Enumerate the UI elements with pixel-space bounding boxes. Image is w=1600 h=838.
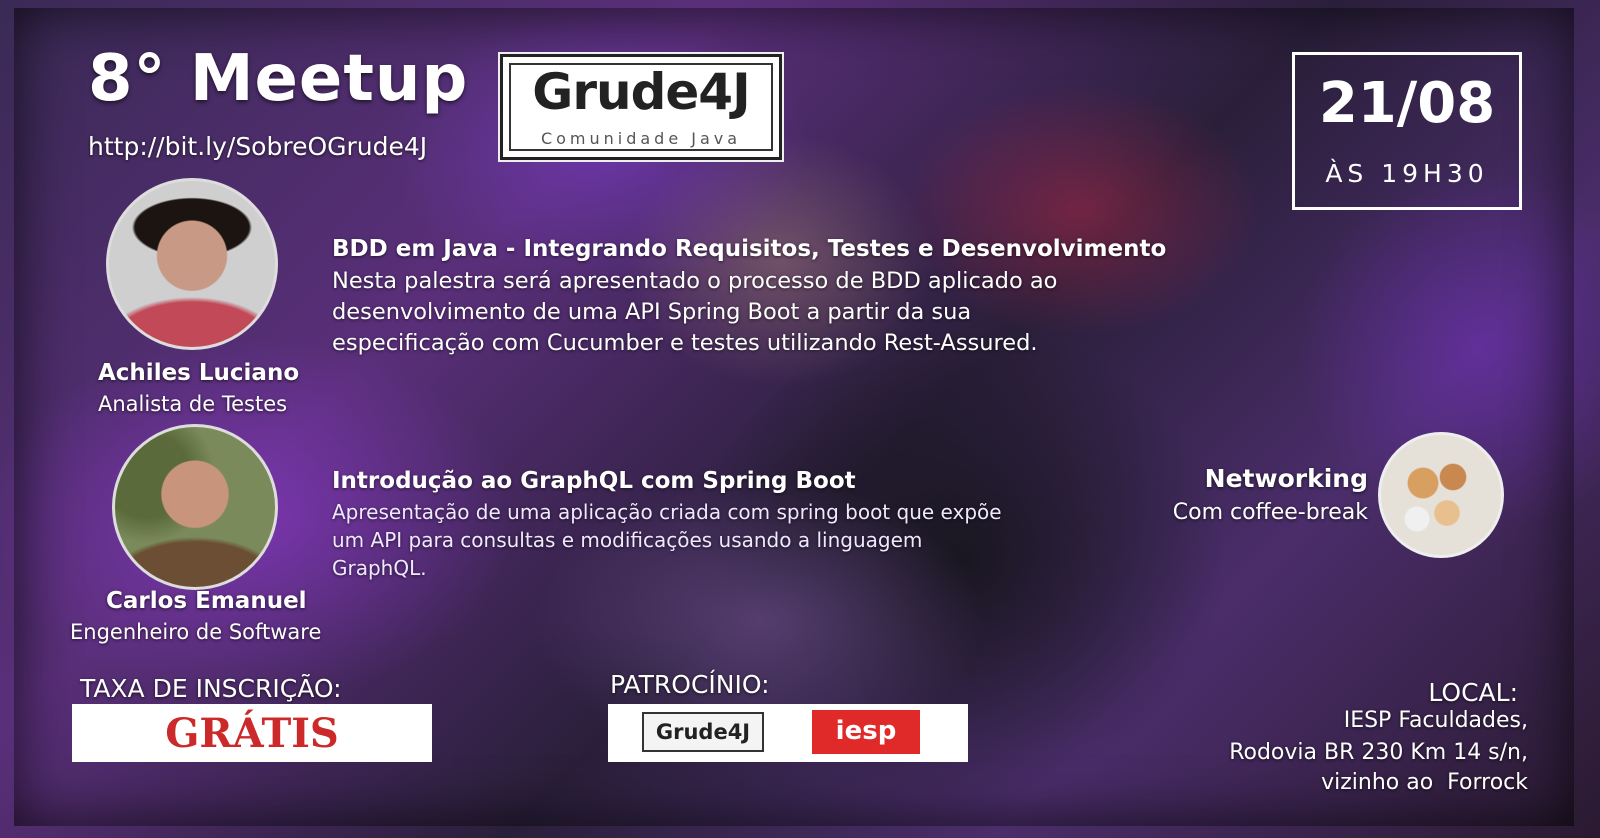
talk-title: Introdução ao GraphQL com Spring Boot — [332, 468, 856, 494]
talk-description-line: Nesta palestra será apresentado o proces… — [332, 268, 1058, 294]
event-link[interactable]: http://bit.ly/SobreOGrude4J — [88, 132, 427, 161]
speaker-name: Achiles Luciano — [98, 360, 300, 386]
talk-description-line: Apresentação de uma aplicação criada com… — [332, 500, 1002, 524]
speaker-avatar-achiles — [106, 178, 278, 350]
talk-description: Nesta palestra será apresentado o proces… — [332, 266, 1152, 359]
talk-description-line: um API para consultas e modificações usa… — [332, 528, 923, 552]
networking-title: Networking — [1204, 464, 1368, 493]
talk-description-line: especificação com Cucumber e testes util… — [332, 330, 1038, 356]
speaker-role: Analista de Testes — [98, 392, 288, 416]
networking-subtitle: Com coffee-break — [1172, 500, 1368, 525]
talk-description-line: GraphQL. — [332, 556, 427, 580]
location-label: LOCAL: — [1428, 678, 1518, 707]
fee-value: GRÁTIS — [165, 710, 339, 757]
date-box: 21/08 ÀS 19H30 — [1292, 52, 1522, 210]
sponsor-logo-text: iesp — [835, 716, 897, 746]
sponsor-logo-iesp: iesp — [812, 710, 920, 754]
talk-description: Apresentação de uma aplicação criada com… — [332, 498, 1112, 582]
location-line: IESP Faculdades, — [1343, 708, 1528, 733]
event-date: 21/08 — [1318, 71, 1496, 136]
grude4j-logo: Grude4J Comunidade Java — [498, 52, 784, 162]
fee-label: TAXA DE INSCRIÇÃO: — [80, 674, 342, 703]
sponsor-logos: Grude4J iesp — [608, 704, 968, 762]
speaker-avatar-carlos — [112, 424, 278, 590]
talk-title: BDD em Java - Integrando Requisitos, Tes… — [332, 236, 1167, 262]
sponsor-logo-grude4j: Grude4J — [642, 712, 764, 752]
event-title: 8° Meetup — [88, 42, 469, 116]
logo-name: Grude4J — [532, 63, 750, 121]
logo-subtitle: Comunidade Java — [540, 129, 742, 148]
event-time: ÀS 19H30 — [1325, 159, 1489, 188]
sponsor-label: PATROCÍNIO: — [610, 670, 770, 699]
location-line: vizinho ao Forrock — [1321, 770, 1528, 795]
location-line: Rodovia BR 230 Km 14 s/n, — [1229, 740, 1528, 765]
speaker-role: Engenheiro de Software — [70, 620, 322, 644]
sponsor-logo-text: Grude4J — [655, 720, 751, 744]
coffee-break-photo — [1378, 432, 1504, 558]
talk-description-line: desenvolvimento de uma API Spring Boot a… — [332, 299, 972, 325]
speaker-name: Carlos Emanuel — [106, 588, 307, 614]
fee-badge: GRÁTIS — [72, 704, 432, 762]
